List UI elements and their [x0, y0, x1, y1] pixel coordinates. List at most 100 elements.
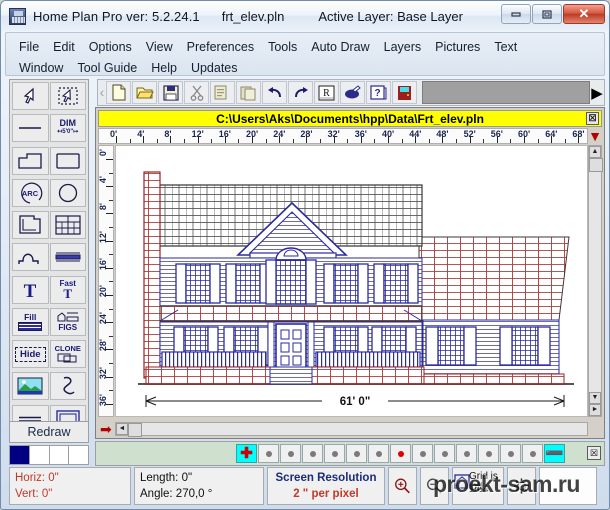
- print-icon[interactable]: [340, 81, 365, 104]
- cut-scissors-icon[interactable]: [184, 81, 209, 104]
- ruler-tick-minor: [211, 139, 213, 143]
- layer-cell-layer-11[interactable]: [478, 444, 499, 463]
- ruler-label: 52': [463, 129, 476, 139]
- layer-indicator-dot: [375, 450, 382, 457]
- curve-tool[interactable]: [12, 243, 49, 272]
- layer-cell-layer-10[interactable]: [456, 444, 477, 463]
- gear-icon[interactable]: [507, 467, 536, 505]
- hscroll-thumb[interactable]: [128, 423, 142, 437]
- layer-cell-layer-1[interactable]: [258, 444, 279, 463]
- select-arrow-tool[interactable]: [12, 82, 49, 110]
- toolbar-handle[interactable]: ‹: [98, 81, 106, 104]
- picture-tool[interactable]: [12, 372, 49, 401]
- layer-cell-layer-7[interactable]: [390, 444, 411, 463]
- maximize-button[interactable]: [532, 4, 562, 24]
- ruler-label: 24': [273, 129, 286, 139]
- ruler-tick-minor: [109, 227, 113, 228]
- scroll-up-button[interactable]: ▲: [589, 146, 601, 158]
- ruler-label: 12': [191, 129, 204, 139]
- layer-cell-layer-2[interactable]: [280, 444, 301, 463]
- rectangle-tool[interactable]: [49, 146, 86, 175]
- layer-cell-layer-4[interactable]: [324, 444, 345, 463]
- figs-tool[interactable]: FIGS: [49, 307, 86, 336]
- layer-bar-close-button[interactable]: ☒: [587, 446, 601, 460]
- open-folder-icon[interactable]: [132, 81, 157, 104]
- scroll-down-button[interactable]: ▼: [589, 392, 601, 404]
- menu-item-view[interactable]: View: [139, 39, 180, 55]
- fill-tool[interactable]: Fill: [12, 307, 49, 336]
- layer-cell-layer-5[interactable]: [346, 444, 367, 463]
- undo-arrow-icon[interactable]: [262, 81, 287, 104]
- layer-cell-layer-3[interactable]: [302, 444, 323, 463]
- ruler-label: 8': [98, 203, 108, 211]
- vscroll-thumb[interactable]: [589, 158, 603, 172]
- color-swatch-4[interactable]: [69, 446, 88, 464]
- zoom-out-icon[interactable]: [420, 467, 449, 505]
- exit-door-icon[interactable]: [392, 81, 417, 104]
- drawing-canvas[interactable]: 61' 0": [115, 145, 588, 417]
- polygon-tool[interactable]: [12, 146, 49, 175]
- color-swatch-2[interactable]: [29, 446, 50, 464]
- redraw-button[interactable]: Redraw: [9, 421, 89, 443]
- redo-arrow-icon[interactable]: [288, 81, 313, 104]
- layer-cell-layer-13[interactable]: [522, 444, 543, 463]
- layer-indicator-dot: [529, 450, 536, 457]
- menu-item-file[interactable]: File: [12, 39, 46, 55]
- horizontal-scrollbar[interactable]: ◄: [115, 422, 588, 437]
- menu-item-text[interactable]: Text: [487, 39, 524, 55]
- freehand-tool[interactable]: [49, 372, 86, 401]
- menu-item-layers[interactable]: Layers: [377, 39, 429, 55]
- arc-tool[interactable]: ARC: [12, 178, 49, 207]
- document-path: C:\Users\Aks\Documents\hpp\Data\Frt_elev…: [216, 111, 484, 126]
- menu-item-updates[interactable]: Updates: [184, 60, 245, 76]
- beam-tool[interactable]: [49, 243, 86, 272]
- fast-text-tool[interactable]: Fast T: [49, 275, 86, 304]
- scroll-left-button[interactable]: ◄: [116, 423, 128, 435]
- ruler-r-icon[interactable]: R: [314, 81, 339, 104]
- layer-cell-layer-8[interactable]: [412, 444, 433, 463]
- circle-tool[interactable]: [49, 178, 86, 207]
- ruler-tick-minor: [109, 254, 113, 256]
- layer-cell-layer-9[interactable]: [434, 444, 455, 463]
- menu-item-options[interactable]: Options: [82, 39, 139, 55]
- save-disk-icon[interactable]: [158, 81, 183, 104]
- dimension-tool[interactable]: DIM ↤5'0"↦: [49, 114, 86, 143]
- scroll-page-down-button[interactable]: ►: [589, 404, 601, 416]
- menu-item-auto-draw[interactable]: Auto Draw: [304, 39, 376, 55]
- menu-item-tools[interactable]: Tools: [261, 39, 304, 55]
- layer-cell-layer-12[interactable]: [500, 444, 521, 463]
- color-swatches[interactable]: [9, 445, 89, 465]
- layer-cell-layer-6[interactable]: [368, 444, 389, 463]
- clone-tool[interactable]: CLONE: [49, 340, 86, 369]
- grid-status[interactable]: Grid is Off 1/64: [452, 467, 504, 505]
- wall-tool[interactable]: [12, 211, 49, 240]
- menu-item-window[interactable]: Window: [12, 60, 70, 76]
- window-grid-tool[interactable]: [49, 211, 86, 240]
- paste-icon[interactable]: [236, 81, 261, 104]
- minimize-button[interactable]: [501, 4, 531, 24]
- color-swatch-3[interactable]: [49, 446, 70, 464]
- menu-item-preferences[interactable]: Preferences: [180, 39, 261, 55]
- document-close-button[interactable]: ☒: [586, 112, 599, 125]
- menu-row-2: Window Tool Guide Help Updates: [12, 57, 598, 78]
- new-file-icon[interactable]: [106, 81, 131, 104]
- add-layer-button[interactable]: ✚: [236, 444, 257, 463]
- zoom-in-icon[interactable]: [388, 467, 417, 505]
- color-swatch-1[interactable]: [10, 446, 30, 464]
- ruler-tick-minor: [238, 139, 240, 143]
- menu-item-edit[interactable]: Edit: [46, 39, 82, 55]
- line-tool[interactable]: [12, 114, 49, 143]
- close-button[interactable]: ✕: [563, 4, 605, 24]
- help-question-icon[interactable]: ?: [366, 81, 391, 104]
- copy-icon[interactable]: [210, 81, 235, 104]
- hide-tool[interactable]: Hide: [12, 340, 49, 369]
- select-area-tool[interactable]: [49, 82, 86, 110]
- remove-layer-button[interactable]: ➖: [544, 444, 565, 463]
- minus-icon: ➖: [545, 444, 564, 462]
- menu-item-pictures[interactable]: Pictures: [428, 39, 487, 55]
- menu-item-tool-guide[interactable]: Tool Guide: [70, 60, 144, 76]
- text-tool[interactable]: T: [12, 275, 49, 304]
- toolbar-expand-arrow[interactable]: ▶: [590, 84, 604, 102]
- vertical-scrollbar[interactable]: ▲ ▼ ►: [588, 145, 603, 417]
- menu-item-help[interactable]: Help: [144, 60, 184, 76]
